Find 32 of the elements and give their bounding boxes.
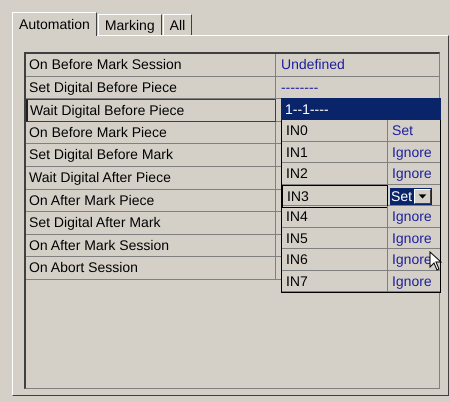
value-dropdown[interactable]: Set	[390, 188, 432, 204]
input-value[interactable]: Ignore	[392, 163, 432, 184]
input-name: IN0	[282, 120, 388, 141]
property-name[interactable]: Set Digital Before Mark	[26, 144, 276, 166]
input-name: IN6	[282, 249, 388, 270]
input-value[interactable]: Ignore	[392, 142, 432, 162]
input-value[interactable]: Ignore	[392, 270, 432, 292]
property-name[interactable]: Set Digital After Mark	[26, 212, 276, 234]
tab[interactable]: Marking	[98, 14, 162, 35]
property-name[interactable]: On Before Mark Piece	[26, 122, 276, 144]
input-value[interactable]: Ignore	[392, 228, 432, 248]
property-value[interactable]: Undefined	[276, 54, 439, 76]
tab[interactable]: All	[162, 14, 192, 35]
input-value[interactable]: Ignore	[392, 249, 432, 270]
property-name[interactable]: Set Digital Before Piece	[26, 76, 276, 98]
property-name[interactable]: Wait Digital Before Piece	[26, 99, 276, 122]
input-name: IN1	[282, 142, 388, 162]
input-name: IN4	[282, 206, 388, 227]
property-name[interactable]: Wait Digital After Piece	[26, 166, 276, 189]
input-value[interactable]: Ignore	[392, 206, 432, 227]
tab[interactable]: Automation	[12, 12, 97, 36]
input-value[interactable]: Set	[392, 120, 414, 141]
input-name: IN7	[282, 270, 388, 292]
property-name[interactable]: On After Mark Session	[26, 234, 276, 256]
input-name: IN5	[282, 228, 388, 248]
property-name[interactable]: On Before Mark Session	[26, 54, 276, 76]
property-name[interactable]: On After Mark Piece	[26, 190, 276, 212]
input-name: IN2	[282, 163, 388, 184]
value-field[interactable]: 1--1----	[281, 98, 441, 120]
property-name[interactable]: On Abort Session	[26, 257, 276, 279]
property-value[interactable]: --------	[276, 76, 439, 98]
input-name: IN3	[282, 184, 388, 208]
